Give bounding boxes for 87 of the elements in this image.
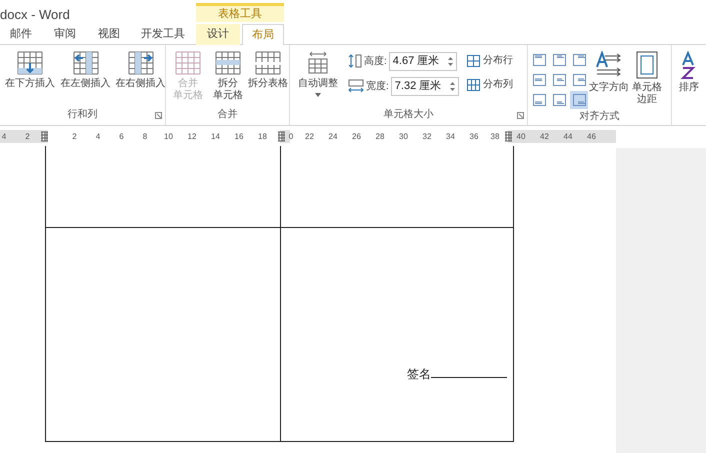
ribbon-tab[interactable]: 审阅 (48, 24, 82, 45)
window-title: docx - Word (0, 6, 70, 24)
height-field[interactable]: 4.67 厘米 (388, 52, 457, 70)
ribbon-tab[interactable]: 邮件 (4, 24, 38, 45)
group-label: 单元格大小 (384, 108, 434, 122)
width-label: 宽度: (366, 80, 389, 94)
ribbon-tab[interactable]: 开发工具 (138, 24, 188, 45)
column-marker-icon (277, 131, 286, 142)
align-button[interactable] (550, 91, 568, 109)
align-button[interactable] (530, 91, 548, 109)
distribute-rows-icon (466, 54, 480, 66)
align-button[interactable] (550, 71, 568, 89)
ruler-number: 32 (422, 131, 432, 143)
ruler-number: 12 (188, 131, 196, 143)
align-button[interactable] (530, 71, 548, 89)
cell-margins-icon (636, 51, 658, 79)
context-tab-group: 表格工具 (196, 3, 284, 22)
align-icon (552, 54, 566, 66)
ribbon-tab[interactable]: 设计 (196, 24, 240, 45)
ruler-number: 24 (328, 131, 338, 143)
ruler-number: 16 (234, 131, 244, 143)
autofit-button[interactable]: 自动调整 (292, 51, 344, 97)
column-marker-icon (40, 131, 49, 142)
ruler-number: 30 (399, 131, 408, 143)
ruler-number: 46 (587, 131, 596, 143)
distribute-columns-button[interactable]: 分布列 (466, 77, 513, 92)
ruler-number: 42 (540, 131, 549, 143)
row-height-icon (348, 54, 362, 68)
sort-button[interactable]: 排序 (679, 82, 699, 94)
text-direction-icon (595, 51, 623, 79)
ruler-number: 36 (470, 131, 478, 143)
align-icon (552, 94, 566, 106)
ribbon-tab[interactable]: 视图 (92, 24, 126, 45)
align-icon (532, 94, 546, 106)
distribute-columns-icon (466, 78, 480, 90)
align-icon (532, 74, 546, 86)
ruler-number: 18 (258, 131, 267, 143)
caret-icon (315, 93, 321, 97)
sort-icon (680, 51, 698, 79)
group-label: 对齐方式 (580, 110, 620, 124)
dialog-launcher-icon[interactable] (517, 112, 524, 119)
align-icon (572, 94, 586, 106)
align-button[interactable] (530, 51, 548, 69)
ruler-number: 26 (352, 131, 361, 143)
column-width-icon (348, 79, 364, 93)
insert-button[interactable]: 在左侧插入 (58, 51, 113, 90)
ruler-number: 14 (211, 131, 220, 143)
width-field[interactable]: 7.32 厘米 (390, 76, 459, 96)
autofit-icon (307, 51, 329, 75)
ruler-number: 8 (142, 131, 148, 143)
split-button[interactable]: 拆分表格 (248, 51, 288, 90)
text-direction-button[interactable]: 文字方向 (588, 51, 630, 94)
align-button[interactable] (570, 91, 588, 109)
align-button[interactable] (570, 51, 588, 69)
distribute-rows-button[interactable]: 分布行 (466, 53, 513, 68)
align-button[interactable] (570, 71, 588, 89)
dialog-launcher-icon[interactable] (155, 112, 162, 119)
ruler-number: 4 (2, 131, 6, 143)
align-button[interactable] (550, 51, 568, 69)
ruler-number: 4 (96, 131, 100, 143)
group-label: 合并 (218, 108, 238, 122)
ruler-number: 6 (119, 131, 124, 143)
ruler-number: 38 (490, 131, 500, 143)
cell-margins-button[interactable]: 单元格 边距 (630, 51, 664, 106)
align-icon (572, 74, 586, 86)
insert-button[interactable]: 在下方插入 (2, 51, 58, 90)
align-icon (532, 54, 546, 66)
align-icon (552, 74, 566, 86)
ruler-number: 40 (516, 131, 526, 143)
ruler-number: 0 (288, 131, 294, 143)
group-label: 行和列 (68, 108, 98, 122)
spinner-icon[interactable] (448, 56, 453, 66)
ruler-number: 28 (376, 131, 384, 143)
spinner-icon[interactable] (450, 82, 455, 90)
ruler-number: 2 (25, 131, 30, 143)
ruler-number: 2 (72, 131, 77, 143)
height-label: 高度: (364, 54, 387, 68)
align-icon (572, 54, 586, 66)
ribbon-tab[interactable]: 布局 (242, 24, 284, 45)
ruler-number: 44 (564, 131, 572, 143)
ruler-number: 34 (446, 131, 455, 143)
ruler-number: 10 (164, 131, 173, 143)
signature-line: 签名 (407, 365, 507, 383)
column-marker-icon (504, 131, 513, 142)
insert-button[interactable]: 在右侧插入 (113, 51, 168, 90)
split-button[interactable]: 拆分 单元格 (208, 51, 248, 102)
ruler-number: 22 (305, 131, 314, 143)
